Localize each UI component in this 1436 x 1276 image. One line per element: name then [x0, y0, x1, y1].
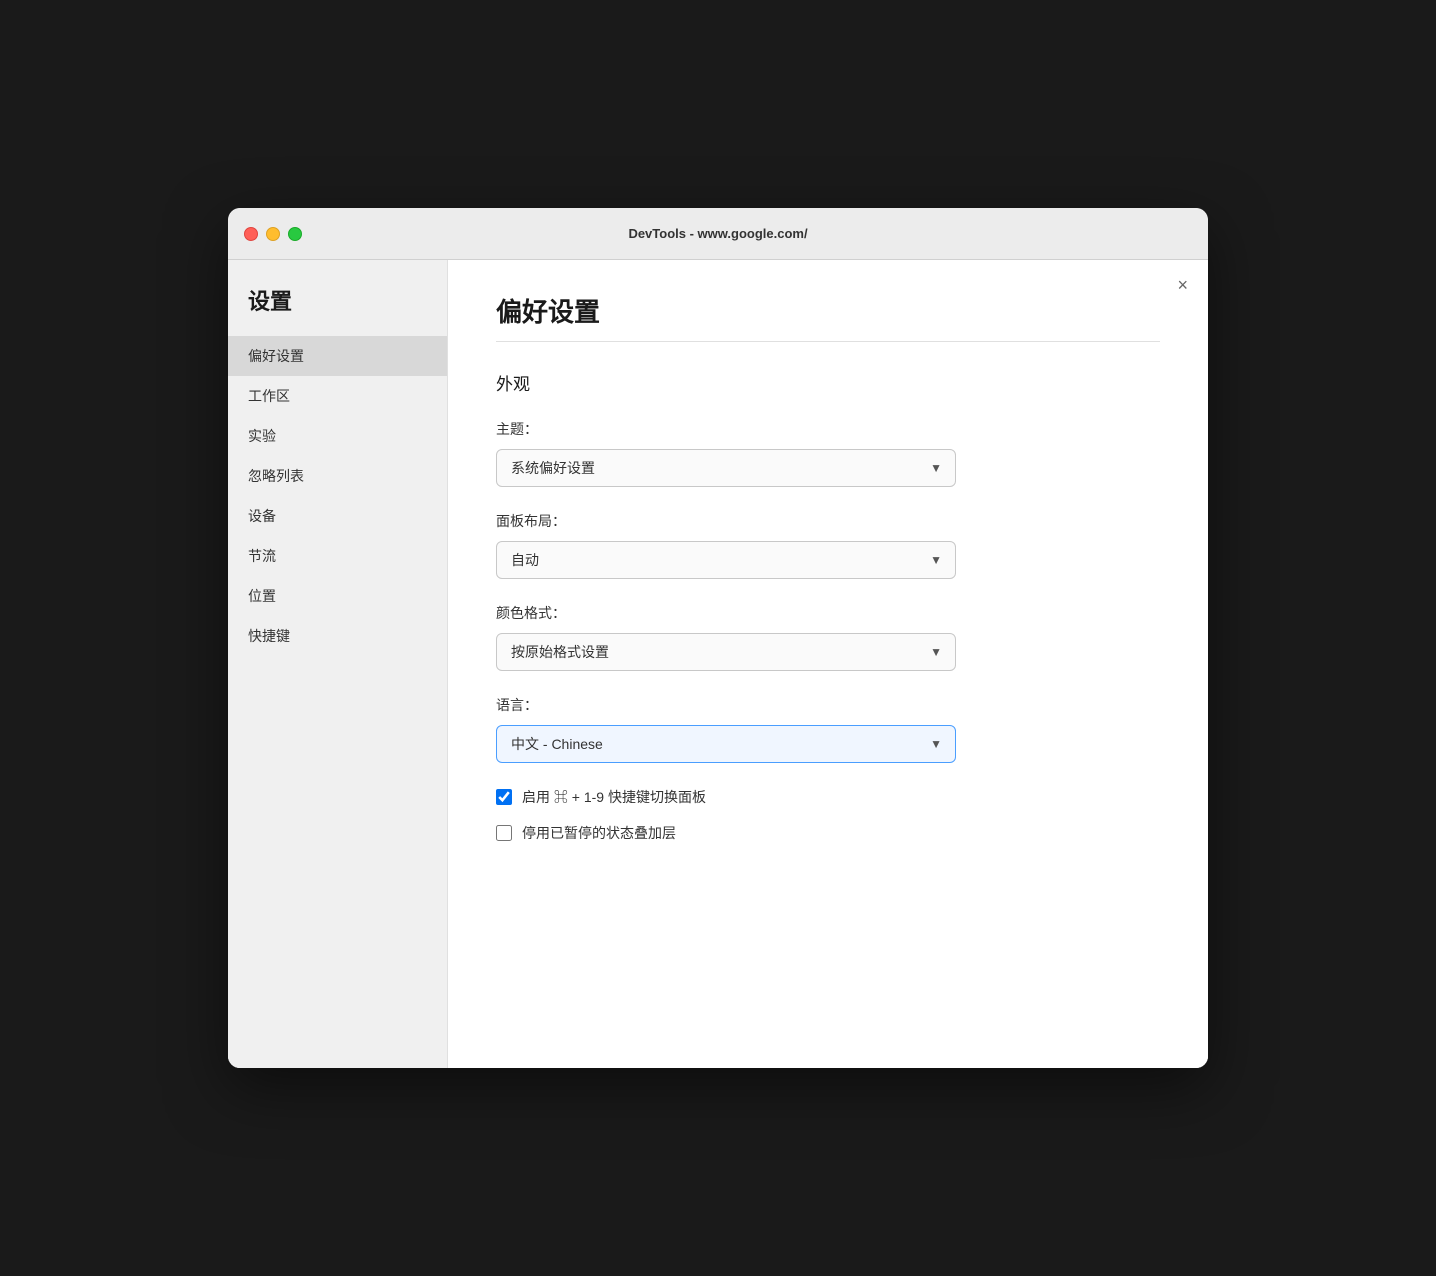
appearance-section-title: 外观 [496, 370, 1160, 395]
page-title: 偏好设置 [496, 292, 1160, 329]
disable-paused-overlay-label: 停用已暂停的状态叠加层 [522, 823, 676, 843]
main-content: × 偏好设置 外观 主题： 系统偏好设置 浅色 深色 ▼ 面板布局： [448, 260, 1208, 1068]
theme-select-wrapper: 系统偏好设置 浅色 深色 ▼ [496, 449, 956, 487]
language-select[interactable]: 中文 - Chinese English 日本語 한국어 [496, 725, 956, 763]
language-field-group: 语言： 中文 - Chinese English 日本語 한국어 ▼ [496, 695, 1160, 763]
panel-layout-field-group: 面板布局： 自动 水平 垂直 ▼ [496, 511, 1160, 579]
panel-layout-label: 面板布局： [496, 511, 1160, 531]
close-button[interactable]: × [1177, 276, 1188, 294]
section-divider [496, 341, 1160, 342]
disable-paused-overlay-item[interactable]: 停用已暂停的状态叠加层 [496, 823, 1160, 843]
disable-paused-overlay-checkbox[interactable] [496, 825, 512, 841]
theme-field-group: 主题： 系统偏好设置 浅色 深色 ▼ [496, 419, 1160, 487]
content-area: 设置 偏好设置 工作区 实验 忽略列表 设备 节流 位置 快捷键 × 偏好设置 … [228, 260, 1208, 1068]
panel-layout-select[interactable]: 自动 水平 垂直 [496, 541, 956, 579]
maximize-traffic-light[interactable] [288, 227, 302, 241]
language-select-wrapper: 中文 - Chinese English 日本語 한국어 ▼ [496, 725, 956, 763]
theme-select[interactable]: 系统偏好设置 浅色 深色 [496, 449, 956, 487]
color-format-select-wrapper: 按原始格式设置 HEX RGB HSL ▼ [496, 633, 956, 671]
shortcut-switch-checkbox[interactable] [496, 789, 512, 805]
app-window: DevTools - www.google.com/ 设置 偏好设置 工作区 实… [228, 208, 1208, 1068]
titlebar: DevTools - www.google.com/ [228, 208, 1208, 260]
sidebar-item-experiments[interactable]: 实验 [228, 416, 447, 456]
close-traffic-light[interactable] [244, 227, 258, 241]
window-title: DevTools - www.google.com/ [628, 226, 807, 241]
sidebar-item-locations[interactable]: 位置 [228, 576, 447, 616]
color-format-select[interactable]: 按原始格式设置 HEX RGB HSL [496, 633, 956, 671]
sidebar-item-shortcuts[interactable]: 快捷键 [228, 616, 447, 656]
language-label: 语言： [496, 695, 1160, 715]
shortcut-switch-label: 启用 ⌘ + 1-9 快捷键切换面板 [522, 787, 706, 807]
panel-layout-select-wrapper: 自动 水平 垂直 ▼ [496, 541, 956, 579]
sidebar-item-throttling[interactable]: 节流 [228, 536, 447, 576]
theme-label: 主题： [496, 419, 1160, 439]
shortcut-switch-item[interactable]: 启用 ⌘ + 1-9 快捷键切换面板 [496, 787, 1160, 807]
sidebar-item-workspace[interactable]: 工作区 [228, 376, 447, 416]
color-format-label: 颜色格式： [496, 603, 1160, 623]
checkbox-group: 启用 ⌘ + 1-9 快捷键切换面板 停用已暂停的状态叠加层 [496, 787, 1160, 843]
traffic-lights [244, 227, 302, 241]
sidebar-item-devices[interactable]: 设备 [228, 496, 447, 536]
sidebar: 设置 偏好设置 工作区 实验 忽略列表 设备 节流 位置 快捷键 [228, 260, 448, 1068]
sidebar-heading: 设置 [228, 284, 447, 336]
minimize-traffic-light[interactable] [266, 227, 280, 241]
sidebar-item-ignore-list[interactable]: 忽略列表 [228, 456, 447, 496]
sidebar-item-preferences[interactable]: 偏好设置 [228, 336, 447, 376]
color-format-field-group: 颜色格式： 按原始格式设置 HEX RGB HSL ▼ [496, 603, 1160, 671]
